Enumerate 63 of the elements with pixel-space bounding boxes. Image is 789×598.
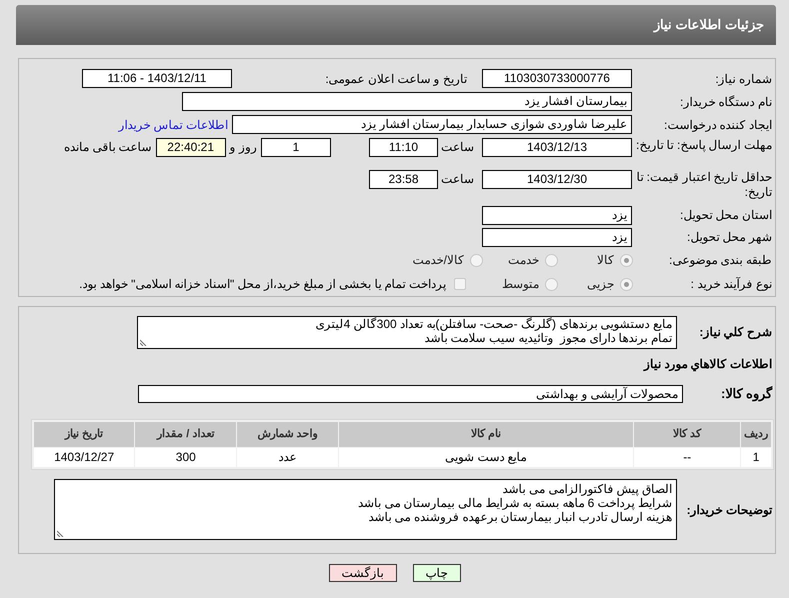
field-label: مهلت ارسال پاسخ: تا تاریخ: [635, 138, 773, 153]
column-header: تعداد / مقدار [135, 422, 236, 447]
radio-label: کالا [597, 252, 614, 269]
buyer-notes-field[interactable]: الصاق پیش فاکتورالزامی می باشد شرایط پرداخت 6 ماهه بسته به شرایط مالی بیمارستان می باشد هزینه ارسال تادرب انبار بیمارستان برعهده فروشنده می باشد [54, 479, 677, 540]
radio-label: متوسط [502, 276, 539, 293]
field-label: شماره نیاز: [714, 70, 773, 88]
print-button[interactable]: چاپ [412, 564, 460, 582]
checkbox[interactable] [454, 278, 466, 290]
radio-button[interactable] [470, 254, 483, 266]
field-label: حداقل تاریخ اعتبار قیمت: تا تاریخ: [635, 170, 773, 200]
remaining-time-field: 22:40:21 [156, 138, 226, 157]
field-label: گروه کالا: [720, 385, 774, 404]
column-header: تاریخ نیاز [34, 422, 134, 447]
contact-link[interactable]: اطلاعات تماس خریدار [118, 116, 228, 134]
radio-button[interactable] [620, 254, 633, 266]
requester-field: علیرضا شاوردی شوازی حسابدار بیمارستان افشار یزد [232, 115, 632, 134]
column-header: کد کالا [634, 422, 740, 447]
buyer-org-field: بیمارستان افشار یزد [182, 92, 632, 111]
page-title: جزئیات اطلاعات نیاز [654, 16, 764, 34]
section-heading: اطلاعات كالاهاي مورد نياز [644, 356, 773, 373]
radio-button[interactable] [545, 254, 558, 266]
time-field: 23:58 [369, 170, 438, 189]
field-label: ایجاد کننده درخواست: [662, 116, 773, 134]
resize-grip-icon[interactable] [140, 338, 148, 346]
radio-button[interactable] [545, 278, 558, 290]
field-label: روز و [230, 139, 257, 156]
field-label: تاریخ و ساعت اعلان عمومی: [324, 70, 467, 88]
date-field: 1403/12/13 [482, 138, 632, 157]
goods-group-field: محصولات آرایشی و بهداشتی [138, 385, 683, 403]
province-field: یزد [482, 206, 632, 224]
radio-label: خدمت [508, 252, 539, 269]
field-label: طبقه بندی موضوعی: [668, 252, 773, 269]
column-header: نام کالا [338, 422, 634, 447]
announce-datetime-field: 1403/12/11 - 11:06 [82, 69, 232, 88]
description-field[interactable]: مایع دستشویی برندهای (گلرنگ -صحت- سافتلن)به تعداد 300گالن 4لیتری تمام برندها دارای مجوز وتائیدیه سیب سلامت باشد [137, 316, 677, 349]
field-label: شرح كلي نياز: [698, 324, 773, 341]
back-button[interactable]: بازگشت [328, 564, 396, 582]
city-field: یزد [482, 228, 632, 246]
field-label: نوع فرآیند خرید : [690, 276, 773, 293]
field-label: ساعت [440, 171, 474, 188]
table-cell: عدد [237, 448, 338, 467]
table-cell: 300 [135, 448, 236, 467]
table-cell: 1 [741, 448, 771, 467]
resize-grip-icon[interactable] [57, 529, 65, 537]
table-cell: مایع دست شویی [338, 448, 634, 467]
field-label: ساعت [440, 139, 474, 156]
time-field: 11:10 [369, 138, 438, 157]
radio-label: جزیی [587, 276, 614, 293]
field-label: نام دستگاه خریدار: [678, 94, 773, 110]
column-header: واحد شمارش [237, 422, 338, 447]
radio-button[interactable] [620, 278, 633, 290]
field-label: توضیحات خریدار: [686, 502, 774, 519]
date-field: 1403/12/30 [482, 170, 632, 189]
column-header: ردیف [741, 422, 771, 447]
field-label: شهر محل تحویل: [686, 229, 773, 246]
radio-label: کالا/خدمت [412, 252, 464, 269]
table-cell: 1403/12/27 [34, 448, 134, 467]
field-label: استان محل تحویل: [678, 207, 773, 224]
checkbox-label: پرداخت تمام یا بخشی از مبلغ خرید،از محل "اسناد خزانه اسلامی" خواهد بود. [79, 276, 446, 293]
days-field: 1 [261, 138, 331, 157]
field-label: ساعت باقی مانده [64, 139, 152, 156]
need-number-field: 1103030733000776 [482, 69, 632, 88]
table-cell: -- [634, 448, 740, 467]
